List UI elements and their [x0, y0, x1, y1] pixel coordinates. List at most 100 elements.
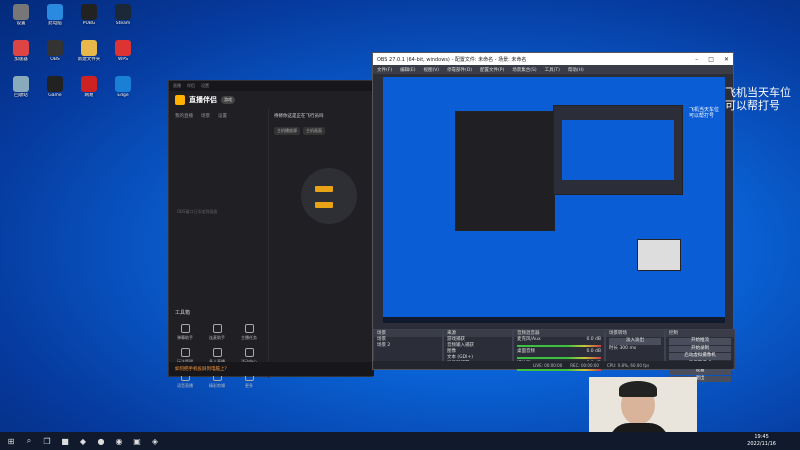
- tool-item[interactable]: 主播任务: [237, 324, 261, 341]
- scenes-title: 场景: [374, 330, 442, 337]
- nested-caption-line: 可以帮打号: [689, 113, 715, 119]
- mixer-channel-name: 桌面音频: [517, 349, 535, 354]
- close-icon[interactable]: ✕: [724, 56, 729, 63]
- app-icon[interactable]: ■: [58, 434, 72, 448]
- menu-item[interactable]: 场景集合(S): [512, 67, 536, 73]
- app-icon[interactable]: ▣: [130, 434, 144, 448]
- toolbox-label: 工具箱: [175, 310, 191, 316]
- companion-start-circle[interactable]: [301, 168, 357, 224]
- start-icon[interactable]: ⊞: [4, 434, 18, 448]
- menu-item[interactable]: 停靠部件(D): [447, 67, 472, 73]
- companion-right-header: 待修你这是正在飞行员吗: [270, 109, 373, 123]
- companion-top-item[interactable]: 设置: [201, 83, 209, 89]
- companion-badge[interactable]: 游戏: [221, 96, 235, 104]
- desktop-icon[interactable]: 设置: [4, 4, 38, 38]
- menu-item[interactable]: 编辑(E): [400, 67, 415, 73]
- companion-top-item[interactable]: 伴侣: [187, 83, 195, 89]
- status-item: REC: 00:00:00: [570, 362, 599, 368]
- app-icon[interactable]: ◈: [148, 434, 162, 448]
- ad-text-line: 可以帮打号: [725, 99, 780, 112]
- tab-scene[interactable]: 场景: [201, 113, 210, 119]
- control-button[interactable]: 启动虚拟摄像机: [669, 353, 731, 360]
- tool-icon: [244, 348, 254, 357]
- desktop-icon[interactable]: PUBG: [72, 4, 106, 38]
- desktop-icon-label: Game: [48, 93, 62, 98]
- taskview-icon[interactable]: ❐: [40, 434, 54, 448]
- desktop-icon[interactable]: 回收站: [4, 76, 38, 110]
- app-icon: [81, 76, 97, 92]
- desktop-icon[interactable]: OBS: [38, 40, 72, 74]
- source-chip[interactable]: 主机画面: [303, 127, 325, 135]
- companion-right-title: 待修你这是正在飞行员吗: [274, 114, 324, 119]
- obs-preview[interactable]: 飞机当天车位 可以帮打号: [383, 77, 725, 323]
- app-icon: [13, 4, 29, 20]
- tool-item[interactable]: 连麦助手: [205, 324, 229, 341]
- desktop-icon-label: PUBG: [82, 21, 96, 26]
- desktop-icon[interactable]: 网易: [72, 76, 106, 110]
- scene-item[interactable]: 场景 2: [374, 343, 442, 349]
- menu-item[interactable]: 配置文件(P): [480, 67, 504, 73]
- control-button[interactable]: 开始推流: [669, 338, 731, 345]
- desktop-icon[interactable]: Steam: [106, 4, 140, 38]
- desktop-icon[interactable]: Edge: [106, 76, 140, 110]
- start-live-button-2[interactable]: [315, 202, 333, 208]
- search-icon[interactable]: ⌕: [22, 434, 36, 448]
- volume-meter[interactable]: [517, 369, 601, 371]
- duration-input[interactable]: 300 ms: [619, 346, 636, 351]
- source-chip[interactable]: 主机播放源: [274, 127, 300, 135]
- menu-item[interactable]: 视图(V): [423, 67, 439, 73]
- desktop-icon-label: OBS: [50, 57, 60, 62]
- hair: [619, 381, 657, 397]
- menu-item[interactable]: 帮助(H): [568, 67, 584, 73]
- app-icon: [115, 40, 131, 56]
- obs-menubar: 文件(F) 编辑(E) 视图(V) 停靠部件(D) 配置文件(P) 场景集合(S) 工具(T…: [373, 65, 733, 74]
- clock-date: 2022/11/16: [747, 441, 776, 447]
- desktop-icon[interactable]: 加速器: [4, 40, 38, 74]
- app-icon[interactable]: ◉: [112, 434, 126, 448]
- companion-title: 直播伴侣: [189, 96, 217, 104]
- tool-icon: [212, 324, 222, 333]
- minimize-icon[interactable]: –: [695, 56, 698, 63]
- mixer-channel: 麦克风/Aux 0.0 dB: [514, 337, 604, 347]
- maximize-icon[interactable]: □: [708, 56, 714, 63]
- volume-meter[interactable]: [517, 345, 601, 347]
- companion-logo-icon: [175, 95, 185, 105]
- desktop-icon[interactable]: 新建文件夹: [72, 40, 106, 74]
- status-item: LIVE: 00:00:00: [533, 362, 563, 368]
- nested-preview: [562, 120, 674, 180]
- desktop-icon[interactable]: Game: [38, 76, 72, 110]
- duration-row: 时长 300 ms: [606, 346, 664, 352]
- companion-footer-tip[interactable]: 如何把手机投屏到电脑上？: [169, 362, 374, 376]
- app-icon[interactable]: ◆: [76, 434, 90, 448]
- transitions-title: 场景转场: [606, 330, 664, 337]
- tool-icon: [180, 324, 190, 333]
- menu-item[interactable]: 文件(F): [377, 67, 392, 73]
- app-icon: [47, 40, 63, 56]
- clock[interactable]: 19:45 2022/11/16: [747, 434, 776, 448]
- taskbar: ⊞ ⌕ ❐ ■ ◆ ● ◉ ▣ ◈ 19:45 2022/11/16: [0, 432, 800, 450]
- desktop-icon-label: 加速器: [14, 57, 28, 62]
- control-button[interactable]: 开始录制: [669, 345, 731, 352]
- live-companion-window: 直播 伴侣 设置 直播伴侣 游戏 我的直播 场景 设置 OBS窗口已添加到画面 …: [168, 80, 374, 388]
- desktop-icon[interactable]: WPS: [106, 40, 140, 74]
- tab-settings[interactable]: 设置: [218, 113, 227, 119]
- app-icon: [115, 76, 131, 92]
- app-icon[interactable]: ●: [94, 434, 108, 448]
- mixer-channel-db: 0.0 dB: [586, 337, 601, 342]
- transition-select[interactable]: 淡入淡出: [609, 338, 661, 345]
- start-live-button[interactable]: [315, 186, 333, 192]
- mixer-channel-db: 0.0 dB: [586, 349, 601, 354]
- tool-item[interactable]: 弹幕助手: [173, 324, 197, 341]
- desktop-icon[interactable]: 此电脑: [38, 4, 72, 38]
- volume-meter[interactable]: [517, 357, 601, 359]
- obs-window: OBS 27.0.1 (64-bit, windows) - 配置文件: 未命名…: [372, 52, 735, 382]
- tool-icon: [212, 348, 222, 357]
- desktop-icon-label: Edge: [117, 93, 129, 98]
- desktop-icon-label: WPS: [117, 57, 129, 62]
- tab-my-live[interactable]: 我的直播: [175, 113, 193, 119]
- mixer-row: 桌面音频 0.0 dB: [514, 349, 604, 355]
- menu-item[interactable]: 工具(T): [545, 67, 560, 73]
- controls-title: 控制: [666, 330, 734, 337]
- tool-label: 弹幕助手: [177, 335, 193, 340]
- companion-top-item[interactable]: 直播: [173, 83, 181, 89]
